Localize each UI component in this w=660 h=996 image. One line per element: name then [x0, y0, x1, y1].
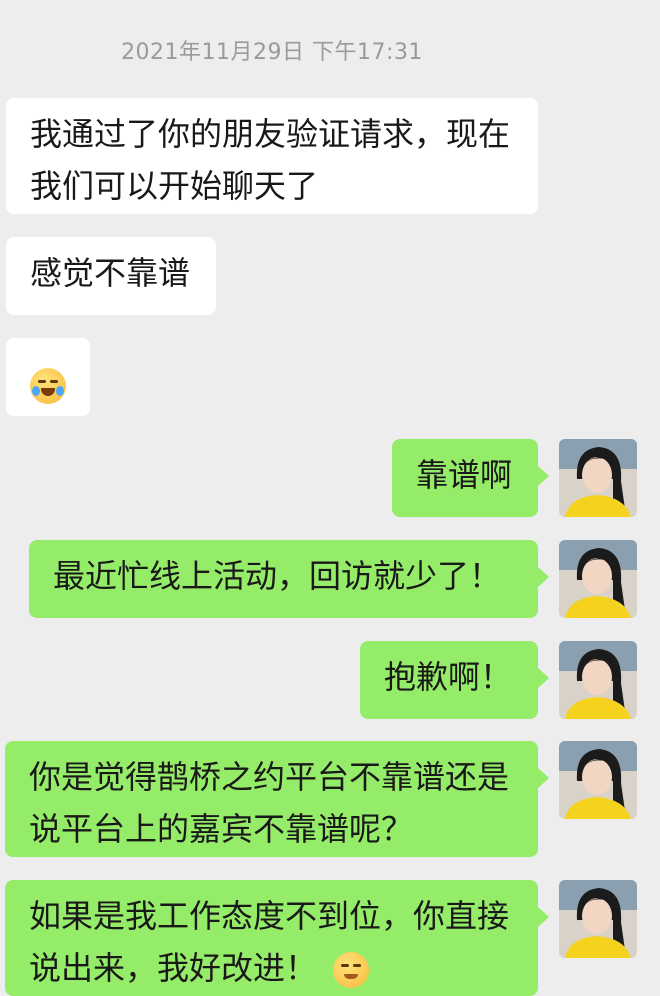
message-bubble-sent[interactable]: 你是觉得鹊桥之约平台不靠谱还是 说平台上的嘉宾不靠谱呢？ — [5, 741, 549, 857]
message-line: 我们可以开始聊天了 — [30, 167, 319, 205]
avatar-photo — [559, 439, 637, 517]
user-avatar[interactable] — [559, 741, 637, 819]
message-line: 感觉不靠谱 — [30, 254, 191, 292]
crying-laughing-emoji — [30, 368, 66, 404]
slight-smile-emoji — [333, 952, 370, 988]
message-line: 如果是我工作态度不到位，你直接 — [29, 897, 510, 935]
user-avatar[interactable] — [559, 439, 637, 517]
message-line: 我通过了你的朋友验证请求，现在 — [30, 115, 511, 153]
message-text: 说出来，我好改进！ — [29, 949, 318, 987]
avatar-photo — [559, 880, 637, 958]
message-line: 抱歉啊！ — [384, 658, 513, 696]
message-line: 最近忙线上活动，回访就少了！ — [53, 557, 502, 595]
user-avatar[interactable] — [559, 880, 637, 958]
message-line: 你是觉得鹊桥之约平台不靠谱还是 — [29, 758, 510, 796]
message-bubble-received[interactable]: 感觉不靠谱 — [6, 237, 216, 315]
message-bubble-sent[interactable]: 最近忙线上活动，回访就少了！ — [29, 540, 549, 618]
message-line: 说出来，我好改进！ — [29, 942, 514, 994]
message-line: 说平台上的嘉宾不靠谱呢？ — [29, 810, 414, 848]
user-avatar[interactable] — [559, 540, 637, 618]
message-bubble-received[interactable] — [6, 338, 90, 416]
message-bubble-sent[interactable]: 抱歉啊！ — [360, 641, 549, 719]
message-bubble-received[interactable]: 我通过了你的朋友验证请求，现在 我们可以开始聊天了 — [6, 98, 538, 214]
message-line: 靠谱啊 — [416, 456, 513, 494]
avatar-photo — [559, 540, 637, 618]
message-bubble-sent[interactable]: 如果是我工作态度不到位，你直接 说出来，我好改进！ — [5, 880, 549, 996]
user-avatar[interactable] — [559, 641, 637, 719]
avatar-photo — [559, 741, 637, 819]
chat-timestamp: 2021年11月29日 下午17:31 — [121, 40, 423, 65]
avatar-photo — [559, 641, 637, 719]
message-bubble-sent[interactable]: 靠谱啊 — [392, 439, 549, 517]
